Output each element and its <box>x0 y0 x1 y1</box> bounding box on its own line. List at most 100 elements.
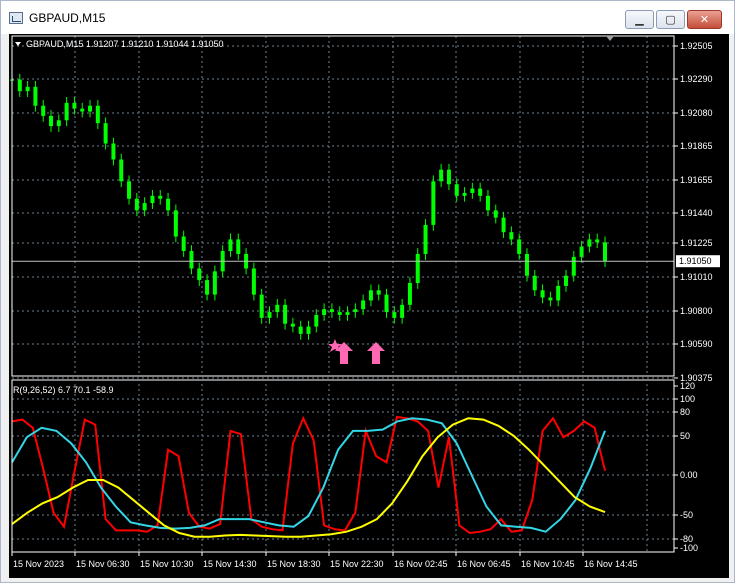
price-candle-body <box>540 290 545 298</box>
price-candles <box>10 73 674 340</box>
time-axis-label: 15 Nov 14:30 <box>203 559 257 569</box>
price-candle-body <box>189 251 194 269</box>
time-axis-label: 15 Nov 22:30 <box>330 559 384 569</box>
price-candle-body <box>95 105 100 124</box>
price-candle-body <box>446 169 451 185</box>
chart-window-icon <box>9 12 23 24</box>
chart-canvas[interactable]: 1.92505 1.92290 1.92080 1.91865 1.91655 1.914… <box>9 34 729 578</box>
close-button[interactable]: ✕ <box>687 10 722 29</box>
price-candle-body <box>368 290 373 301</box>
price-candle-body <box>524 253 529 276</box>
grid <box>11 36 674 552</box>
minimize-icon: ▁ <box>635 13 644 26</box>
price-candle-body <box>407 283 412 305</box>
price-candle-body <box>579 246 584 257</box>
price-candle-body <box>236 239 241 254</box>
axes: 1.92505 1.92290 1.92080 1.91865 1.91655 1.914… <box>11 35 720 569</box>
price-candle-body <box>485 195 490 211</box>
chart-area[interactable]: 1.92505 1.92290 1.92080 1.91865 1.91655 1.914… <box>9 34 729 578</box>
price-candle-body <box>587 239 592 247</box>
price-candle-body <box>415 253 420 284</box>
price-candle-body <box>33 86 38 106</box>
price-candle-body <box>353 309 358 313</box>
price-axis-label: 1.92080 <box>680 108 713 118</box>
indicator-axis-label: 120 <box>680 381 695 391</box>
price-axis-label: 1.91865 <box>680 141 713 151</box>
price-candle-body <box>501 217 506 233</box>
price-candle-body <box>423 224 428 254</box>
price-candle-body <box>548 297 553 301</box>
time-axis-label: 15 Nov 10:30 <box>140 559 194 569</box>
price-candle-body <box>493 210 498 218</box>
price-candle-body <box>134 198 139 211</box>
price-candle-body <box>111 143 116 160</box>
price-candle-body <box>556 285 561 301</box>
indicator-lines <box>11 415 606 538</box>
price-candle-body <box>228 239 233 252</box>
price-candle-body <box>337 312 342 315</box>
price-candle-body <box>119 159 124 182</box>
window-title: GBPAUD,M15 <box>29 11 106 25</box>
price-axis-label: 1.91010 <box>680 272 713 282</box>
price-candle-body <box>384 294 389 313</box>
price-candle-body <box>290 323 295 327</box>
price-candle-body <box>251 268 256 295</box>
price-axis-label: 1.91440 <box>680 208 713 218</box>
time-axis-label: 16 Nov 10:45 <box>521 559 575 569</box>
price-candle-body <box>205 280 210 295</box>
price-candle-body <box>158 195 163 199</box>
price-candle-body <box>275 304 280 313</box>
price-axis-label: 1.92505 <box>680 41 713 51</box>
price-candle-body <box>72 102 77 109</box>
window-titlebar[interactable]: GBPAUD,M15 ▁ ▢ ✕ <box>1 1 734 34</box>
price-axis-label: 1.92290 <box>680 74 713 84</box>
price-candle-body <box>478 188 483 196</box>
price-candle-body <box>329 309 334 313</box>
chart-window: GBPAUD,M15 ▁ ▢ ✕ 1.92505 1.92290 1.92080 1.… <box>0 0 735 583</box>
minimize-button[interactable]: ▁ <box>625 10 654 29</box>
price-candle-body <box>283 304 288 324</box>
price-candle-body <box>181 236 186 252</box>
price-candle-body <box>603 242 607 262</box>
indicator-axis-label: -100 <box>680 543 698 553</box>
price-candle-body <box>454 184 459 196</box>
price-candle-body <box>17 79 22 92</box>
price-candle-body <box>595 239 600 243</box>
indicator-axis-label: 100 <box>680 394 695 404</box>
price-candle-body <box>25 86 30 92</box>
price-candle-body <box>41 105 46 116</box>
symbol-menu-icon[interactable] <box>15 42 21 46</box>
price-candle-body <box>361 300 366 310</box>
price-candle-body <box>80 108 85 112</box>
signal-markers <box>328 339 385 364</box>
time-axis-label: 15 Nov 06:30 <box>76 559 130 569</box>
time-axis-label: 16 Nov 06:45 <box>457 559 511 569</box>
price-candle-body <box>127 181 132 199</box>
indicator-axis-label: 50 <box>680 431 690 441</box>
maximize-button[interactable]: ▢ <box>656 10 685 29</box>
price-panel-header: GBPAUD,M15 1.91207 1.91210 1.91044 1.910… <box>26 39 223 49</box>
price-candle-body <box>298 326 303 334</box>
indicator-axis-label: 80 <box>680 407 690 417</box>
price-candle-body <box>103 123 108 144</box>
indicator-axis-label: -50 <box>680 510 693 520</box>
price-candle-body <box>64 102 69 121</box>
price-candle-body <box>166 198 171 211</box>
time-axis-label: 16 Nov 02:45 <box>394 559 448 569</box>
price-candle-body <box>517 239 522 254</box>
price-axis-label: 1.91655 <box>680 175 713 185</box>
up-arrow-marker-icon <box>367 342 385 364</box>
price-candle-body <box>322 309 327 315</box>
price-candle-body <box>462 192 467 196</box>
price-candle-body <box>49 115 54 127</box>
current-price-label: 1.91050 <box>679 256 712 266</box>
indicator-panel-header: R(9,26,52) 6.7 70.1 -58.9 <box>13 385 114 395</box>
price-axis-label: 1.91225 <box>680 238 713 248</box>
price-axis-label: 1.90590 <box>680 339 713 349</box>
price-candle-body <box>56 120 61 127</box>
price-candle-body <box>306 326 311 334</box>
price-candle-body <box>88 105 93 112</box>
close-icon: ✕ <box>699 13 710 26</box>
price-candle-body <box>509 232 514 240</box>
price-candle-body <box>571 256 576 276</box>
